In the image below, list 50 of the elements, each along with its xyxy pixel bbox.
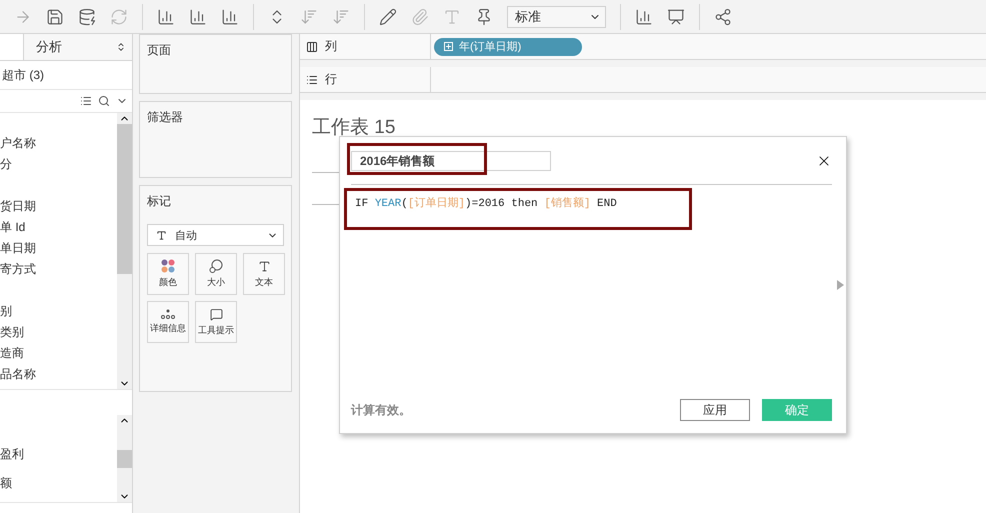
card-title: 标记 xyxy=(147,193,172,210)
mark-type-select[interactable]: 自动 xyxy=(147,224,284,246)
scrollbar-thumb[interactable] xyxy=(117,450,132,468)
text-icon xyxy=(258,260,270,272)
text-mark-button[interactable]: 文本 xyxy=(243,253,285,295)
share-icon[interactable] xyxy=(714,8,732,26)
worksheet-title: 工作表 15 xyxy=(312,116,396,140)
save-icon[interactable] xyxy=(46,8,64,26)
field-item[interactable]: 户名称 xyxy=(0,133,117,154)
field-item[interactable]: 品名称 xyxy=(0,364,117,385)
field-item[interactable]: 寄方式 xyxy=(0,259,117,280)
size-circles-icon xyxy=(209,259,223,273)
analysis-tab[interactable]: 分析 xyxy=(24,34,132,60)
size-mark-button[interactable]: 大小 xyxy=(195,253,237,295)
apply-button[interactable]: 应用 xyxy=(680,399,750,421)
field-item[interactable]: 分 xyxy=(0,154,117,175)
text-icon xyxy=(156,230,167,240)
field-item[interactable]: 货日期 xyxy=(0,196,117,217)
tooltip-mark-button[interactable]: 工具提示 xyxy=(195,301,237,343)
field-item[interactable]: 别 xyxy=(0,301,117,322)
field-item[interactable]: 额 xyxy=(0,473,117,502)
presentation-icon[interactable] xyxy=(667,8,685,26)
paperclip-icon[interactable] xyxy=(411,8,429,26)
status-message: 计算有效。 xyxy=(351,402,411,418)
shelf-label: 列 xyxy=(325,38,337,55)
speech-bubble-icon xyxy=(210,308,222,320)
card-title: 筛选器 xyxy=(147,109,184,126)
field-item[interactable]: 造商 xyxy=(0,343,117,364)
field-item[interactable]: 单日期 xyxy=(0,238,117,259)
view-size-select[interactable]: 标准 xyxy=(507,6,606,28)
up-down-caret-icon xyxy=(116,42,126,52)
columns-icon xyxy=(306,40,318,52)
color-mark-button[interactable]: 颜色 xyxy=(147,253,189,295)
color-dots-icon xyxy=(161,259,175,273)
card-title: 页面 xyxy=(147,42,172,59)
detail-dots-icon xyxy=(161,309,175,319)
highlight-pen-icon[interactable] xyxy=(379,8,397,26)
field-item[interactable]: 单 Id xyxy=(0,217,117,238)
search-icon[interactable] xyxy=(98,95,110,107)
calculation-name-field[interactable]: 2016年销售额 xyxy=(351,151,551,171)
pin-icon[interactable] xyxy=(475,8,493,26)
field-item[interactable]: 类别 xyxy=(0,322,117,343)
data-source-label: 超市 (3) xyxy=(0,61,132,90)
field-item[interactable]: 盈利 xyxy=(0,444,117,473)
database-icon[interactable] xyxy=(78,8,96,26)
formula-editor[interactable]: IF YEAR([订单日期])=2016 then [销售额] END xyxy=(351,185,832,399)
scrollbar-thumb[interactable] xyxy=(117,124,132,274)
detail-mark-button[interactable]: 详细信息 xyxy=(147,301,189,343)
shelf-label: 行 xyxy=(325,71,337,88)
plus-box-icon xyxy=(444,42,453,51)
